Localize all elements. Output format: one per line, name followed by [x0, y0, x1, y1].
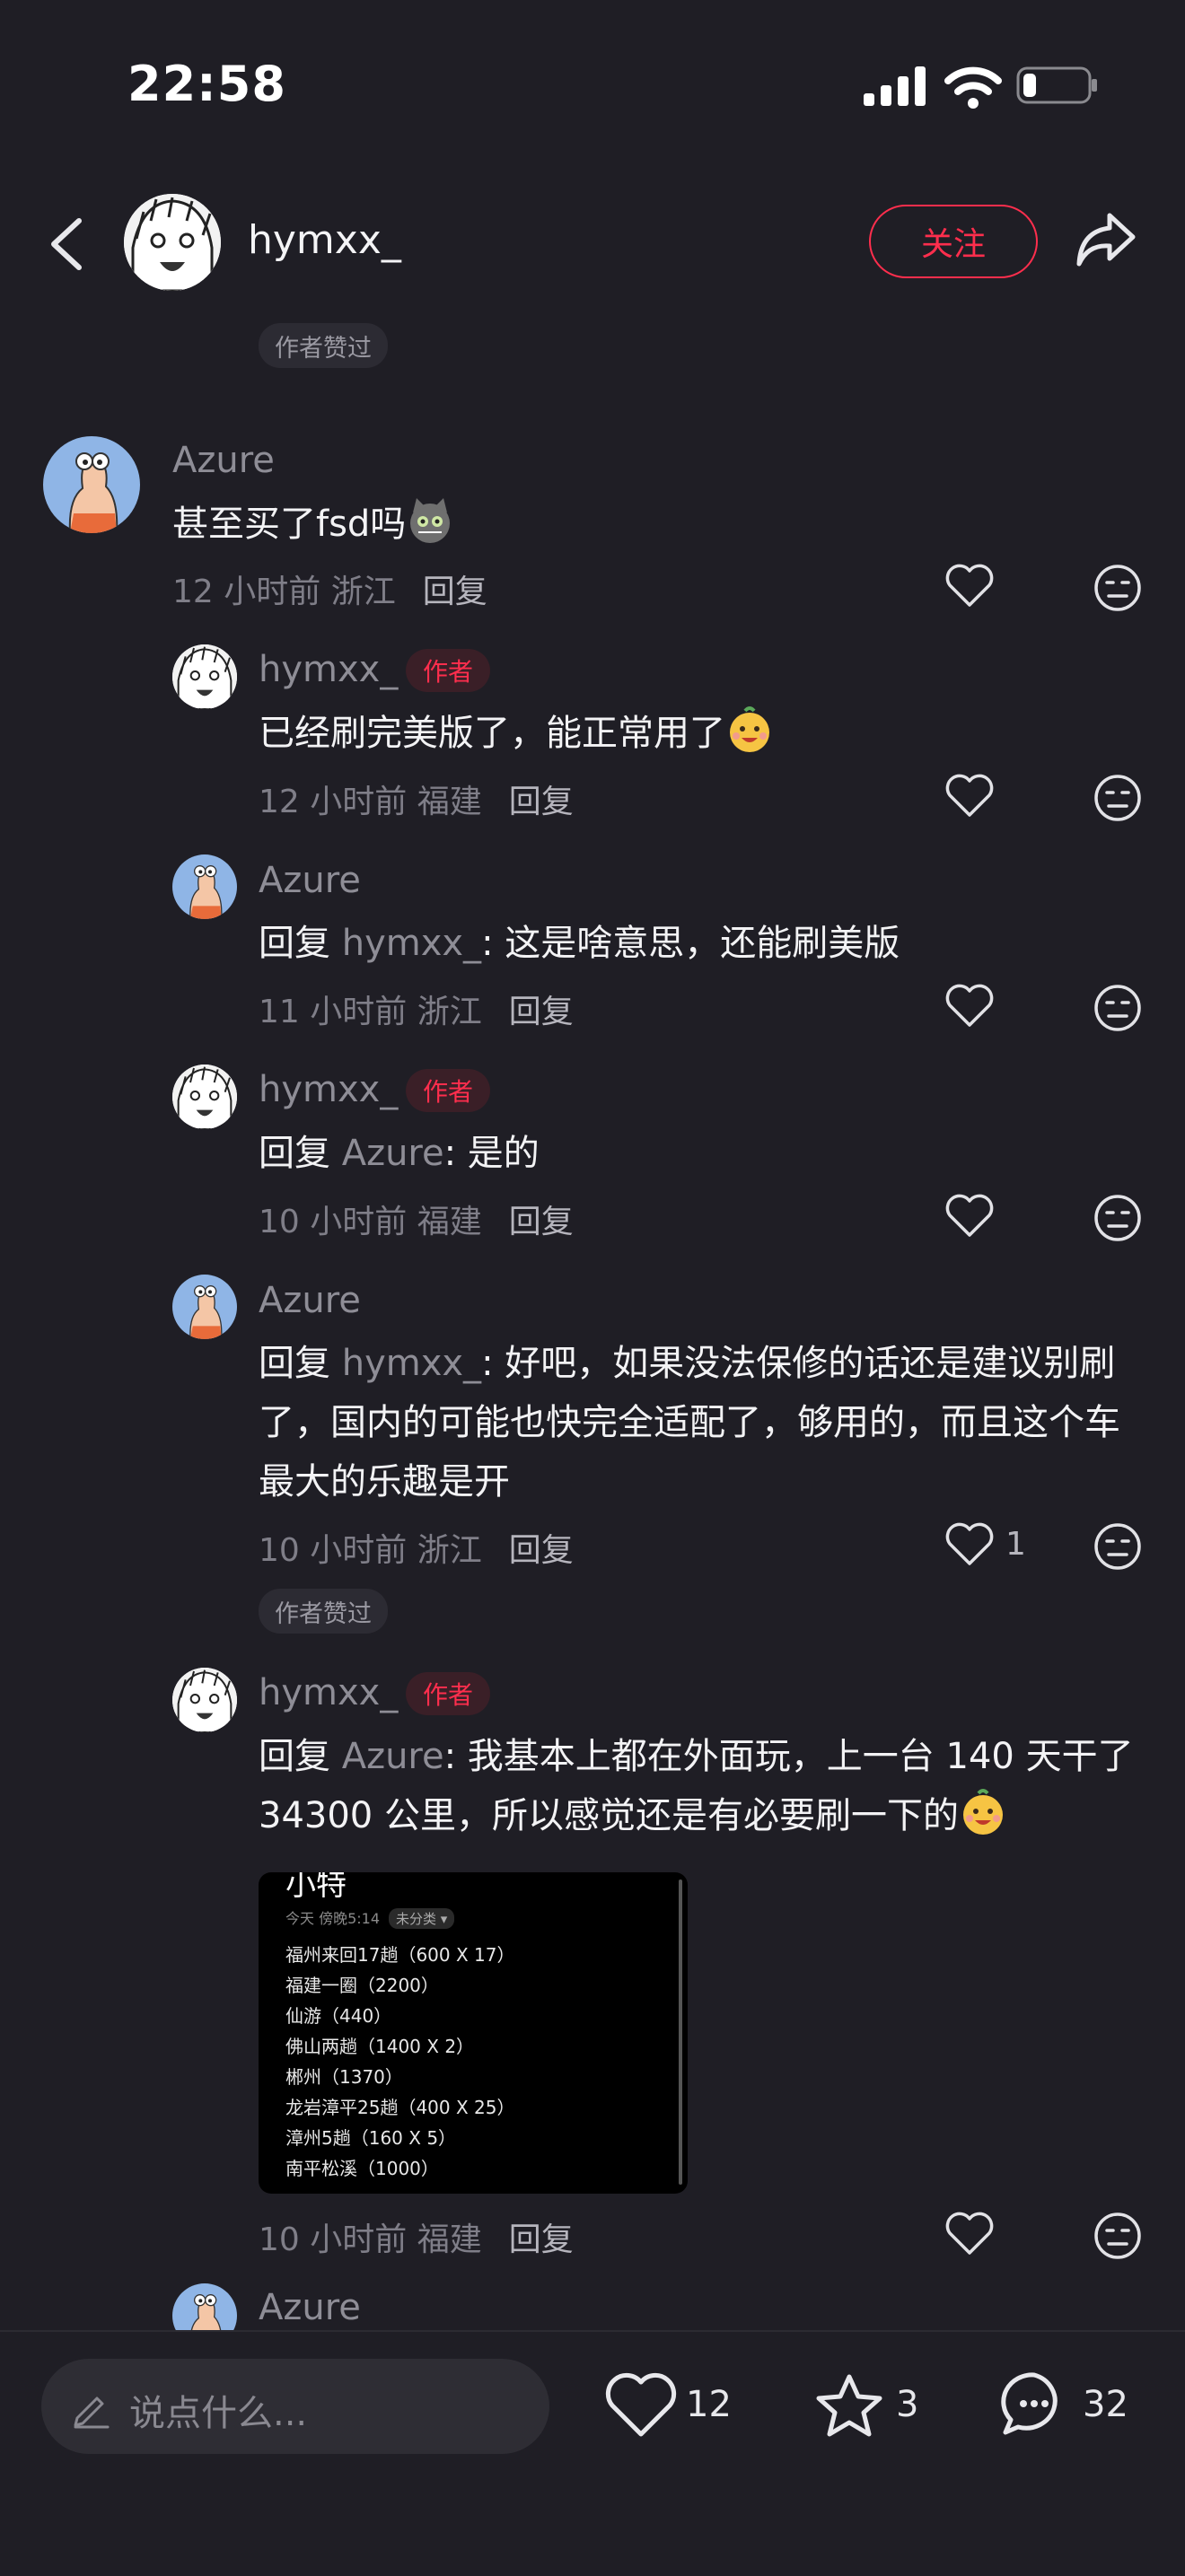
dislike-face-icon[interactable] [1093, 774, 1142, 822]
back-arrow-icon[interactable] [47, 215, 86, 273]
image-scrollbar [679, 1879, 682, 2185]
battery-icon [1016, 66, 1097, 104]
header-username[interactable]: hymxx_ [248, 217, 401, 263]
reply-button[interactable]: 回复 [509, 2221, 574, 2258]
image-line: 龙岩漳平25趟（400 X 25） [285, 2097, 515, 2118]
avatar[interactable] [172, 1275, 237, 1339]
dislike-face-icon[interactable] [1093, 564, 1142, 612]
comment-text: 已经刷完美版了，能正常用了 [259, 704, 774, 763]
author-liked-chip: 作者赞过 [259, 1589, 388, 1634]
avatar[interactable] [172, 1668, 237, 1732]
author-avatar[interactable] [124, 194, 221, 291]
dislike-face-icon[interactable] [1093, 984, 1142, 1032]
like-heart-icon[interactable] [605, 2371, 677, 2440]
cellular-signal-icon [864, 66, 926, 106]
comment-meta: 12 小时前 福建 回复 [259, 784, 574, 820]
author-badge: 作者 [406, 649, 490, 692]
mention-link[interactable]: hymxx_ [342, 1343, 481, 1384]
dislike-face-icon[interactable] [1093, 1522, 1142, 1571]
image-line: 郴州（1370） [285, 2066, 403, 2088]
follow-button[interactable]: 关注 [869, 205, 1038, 278]
reply-button[interactable]: 回复 [509, 1204, 574, 1240]
comments-count: 32 [1083, 2384, 1128, 2425]
comment-meta: 12 小时前 浙江 回复 [172, 574, 487, 610]
avatar[interactable] [172, 1065, 237, 1129]
comment-username[interactable]: hymxx_ [259, 1672, 398, 1713]
smiling-emoji [962, 1789, 1003, 1835]
share-icon[interactable] [1074, 208, 1138, 271]
likes-count: 12 [686, 2384, 732, 2425]
image-title: 小特 [285, 1872, 347, 1903]
like-count: 1 [1005, 1526, 1026, 1563]
comment-text: 回复 Azure: 我基本上都在外面玩，上一台 140 天干了 34300 公里… [259, 1736, 1134, 1836]
avatar[interactable] [43, 436, 140, 533]
comment-text: 回复 hymxx_: 这是啥意思，还能刷美版 [259, 923, 900, 964]
comment-meta: 10 小时前 福建 回复 [259, 2221, 574, 2258]
star-icon[interactable] [813, 2371, 885, 2440]
mention-link[interactable]: Azure [342, 1133, 444, 1174]
mention-link[interactable]: hymxx_ [342, 923, 481, 964]
comment-username[interactable]: hymxx_ [259, 1069, 398, 1110]
like-heart-icon[interactable] [944, 774, 995, 819]
status-time: 22:58 [127, 56, 286, 112]
comment-text: 回复 hymxx_: 好吧，如果没法保修的话还是建议别刷了，国内的可能也快完全适… [259, 1343, 1120, 1503]
image-line: 福州来回17趟（600 X 17） [285, 1944, 515, 1966]
reply-button[interactable]: 回复 [509, 1532, 574, 1569]
image-subtitle: 今天 傍晚5:14 未分类 ▾ [285, 1906, 455, 1929]
author-liked-chip: 作者赞过 [259, 323, 388, 368]
like-heart-icon[interactable] [944, 1522, 995, 1567]
like-heart-icon[interactable] [944, 984, 995, 1029]
comment-text: 回复 Azure: 是的 [259, 1133, 540, 1174]
comment-username[interactable]: Azure [259, 860, 361, 901]
comment-username[interactable]: Azure [259, 2287, 361, 2328]
stars-count: 3 [896, 2384, 919, 2425]
author-badge: 作者 [406, 1672, 490, 1715]
dislike-face-icon[interactable] [1093, 2212, 1142, 2260]
comment-bubble-icon[interactable] [998, 2370, 1070, 2438]
comment-username[interactable]: Azure [172, 440, 275, 481]
image-line: 南平松溪（1000） [285, 2158, 439, 2179]
comment-meta: 10 小时前 浙江 回复 [259, 1532, 574, 1569]
smiling-emoji [730, 706, 769, 752]
mention-link[interactable]: Azure [342, 1736, 444, 1777]
reply-button[interactable]: 回复 [509, 994, 574, 1030]
like-heart-icon[interactable] [944, 1194, 995, 1239]
like-heart-icon[interactable] [944, 564, 995, 609]
wifi-icon [944, 66, 1002, 109]
avatar[interactable] [172, 644, 237, 709]
dislike-face-icon[interactable] [1093, 1194, 1142, 1242]
comment-username[interactable]: Azure [259, 1280, 361, 1321]
image-line: 仙游（440） [285, 2005, 392, 2027]
comment-input-placeholder[interactable]: 说点什么... [129, 2384, 307, 2436]
comment-text: 甚至买了fsd吗 [172, 495, 454, 554]
reply-button[interactable]: 回复 [423, 574, 487, 610]
comment-image[interactable]: 小特 今天 傍晚5:14 未分类 ▾ 福州来回17趟（600 X 17） 福建一圈… [259, 1872, 688, 2194]
author-badge: 作者 [406, 1069, 490, 1112]
cat-face-emoji [410, 498, 451, 543]
image-line: 佛山两趟（1400 X 2） [285, 2036, 475, 2057]
avatar[interactable] [172, 854, 237, 919]
pencil-icon [74, 2396, 110, 2429]
reply-button[interactable]: 回复 [509, 784, 574, 820]
image-line: 福建一圈（2200） [285, 1975, 439, 1996]
image-line: 漳州5趟（160 X 5） [285, 2127, 457, 2149]
comment-meta: 11 小时前 浙江 回复 [259, 994, 574, 1030]
like-heart-icon[interactable] [944, 2212, 995, 2256]
comment-username[interactable]: hymxx_ [259, 649, 398, 690]
comment-meta: 10 小时前 福建 回复 [259, 1204, 574, 1240]
